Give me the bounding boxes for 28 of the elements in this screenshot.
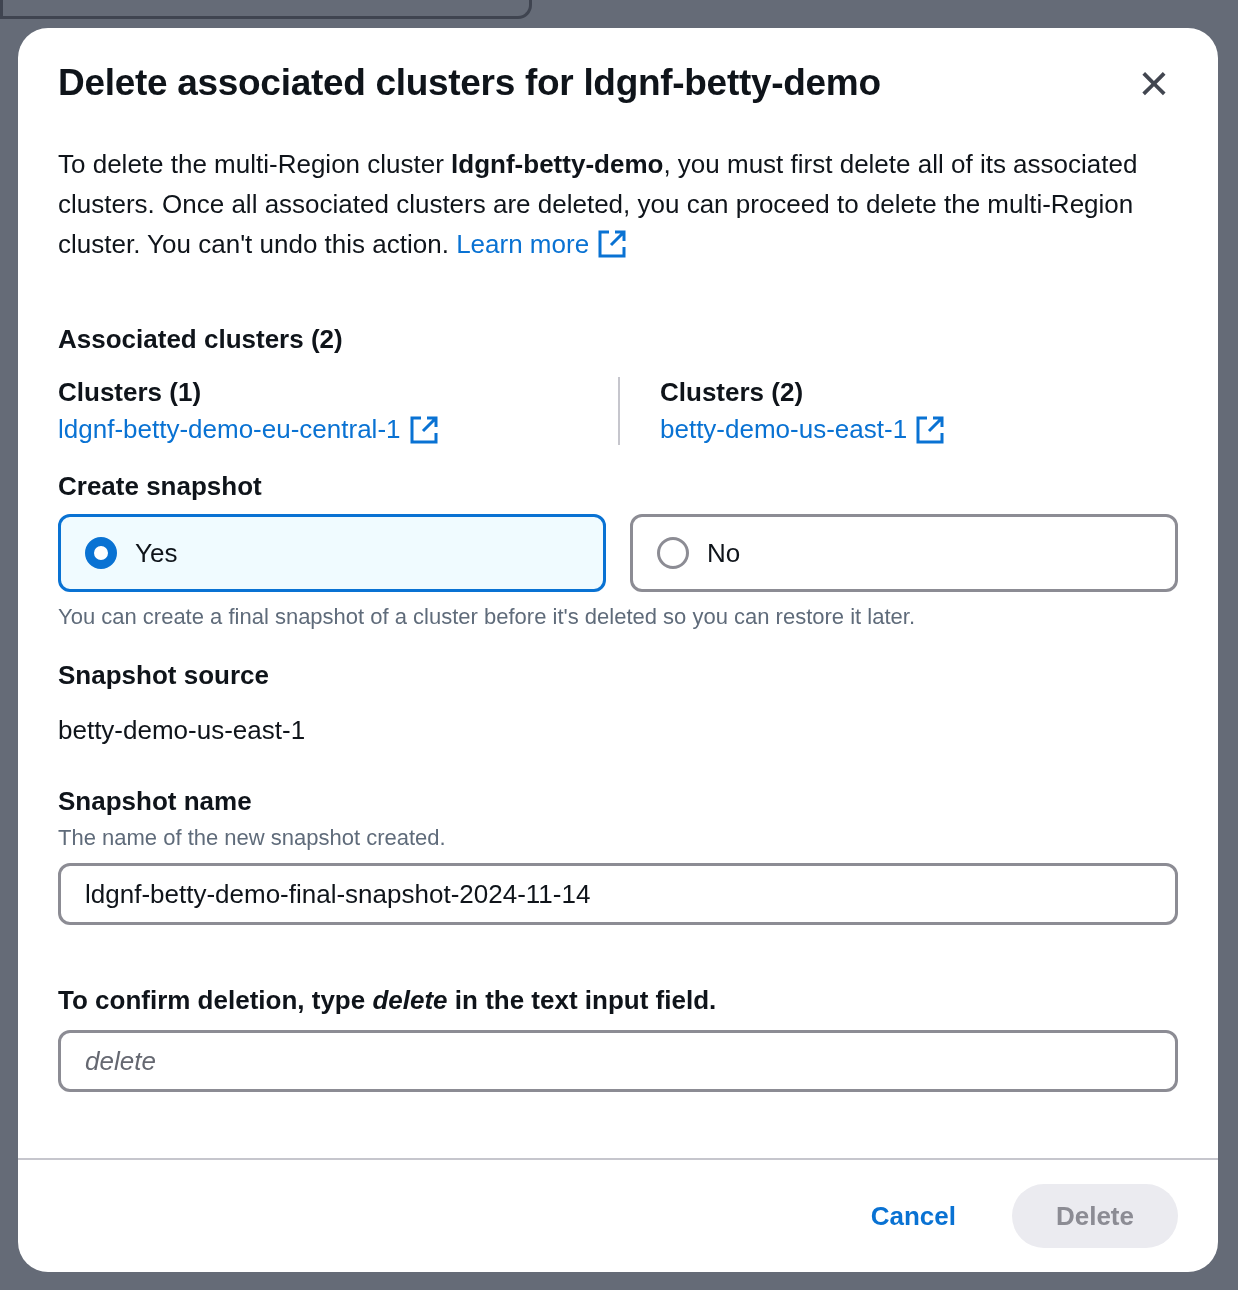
field-label: Snapshot name <box>58 786 253 817</box>
dialog-title: Delete associated clusters for ldgnf-betty-demo <box>58 62 881 104</box>
field-label: Snapshot source <box>58 660 270 691</box>
cancel-button[interactable]: Cancel <box>854 1184 972 1248</box>
radio-label: Yes <box>135 537 178 569</box>
radio-label: No <box>707 537 741 569</box>
input-field[interactable]: delete <box>58 1030 1178 1092</box>
radio-option[interactable]: No <box>630 514 1178 592</box>
field-label: Create snapshot <box>58 471 263 502</box>
radio-icon <box>657 537 689 569</box>
hint-text: You can create a final snapshot of a cluster before it's deleted so you can restore it later. <box>58 604 916 630</box>
hint-text: The name of the new snapshot created. <box>58 825 447 851</box>
learn-more-link[interactable]: Learn more <box>456 224 628 264</box>
input-field[interactable]: ldgnf-betty-demo-final-snapshot-2024-11-14 <box>58 863 1178 925</box>
cluster-link[interactable]: betty-demo-us-east-1 <box>660 414 946 445</box>
field-value: betty-demo-us-east-1 <box>58 715 307 746</box>
cluster-link[interactable]: ldgnf-betty-demo-eu-central-1 <box>58 414 439 445</box>
radio-option[interactable]: Yes <box>58 514 606 592</box>
intro-text: To delete the multi-Region cluster ldgnf-betty-demo, you must first delete all of its associated clusters. Once all associated clusters are deleted, you can proceed to delete the multi-Region cluster. You can't undo this action. Learn more <box>58 144 1178 264</box>
external-link-icon <box>597 229 628 259</box>
external-link-icon <box>408 414 439 445</box>
cluster-group-label: Clusters (1) <box>58 377 203 408</box>
external-link-icon <box>915 414 946 445</box>
section-heading: Associated clusters (2) <box>58 324 344 355</box>
field-label: To confirm deletion, type delete in the text input field. <box>58 985 718 1016</box>
cluster-group-label: Clusters (2) <box>660 377 805 408</box>
close-button[interactable]: × <box>1134 63 1174 103</box>
radio-icon <box>85 537 117 569</box>
